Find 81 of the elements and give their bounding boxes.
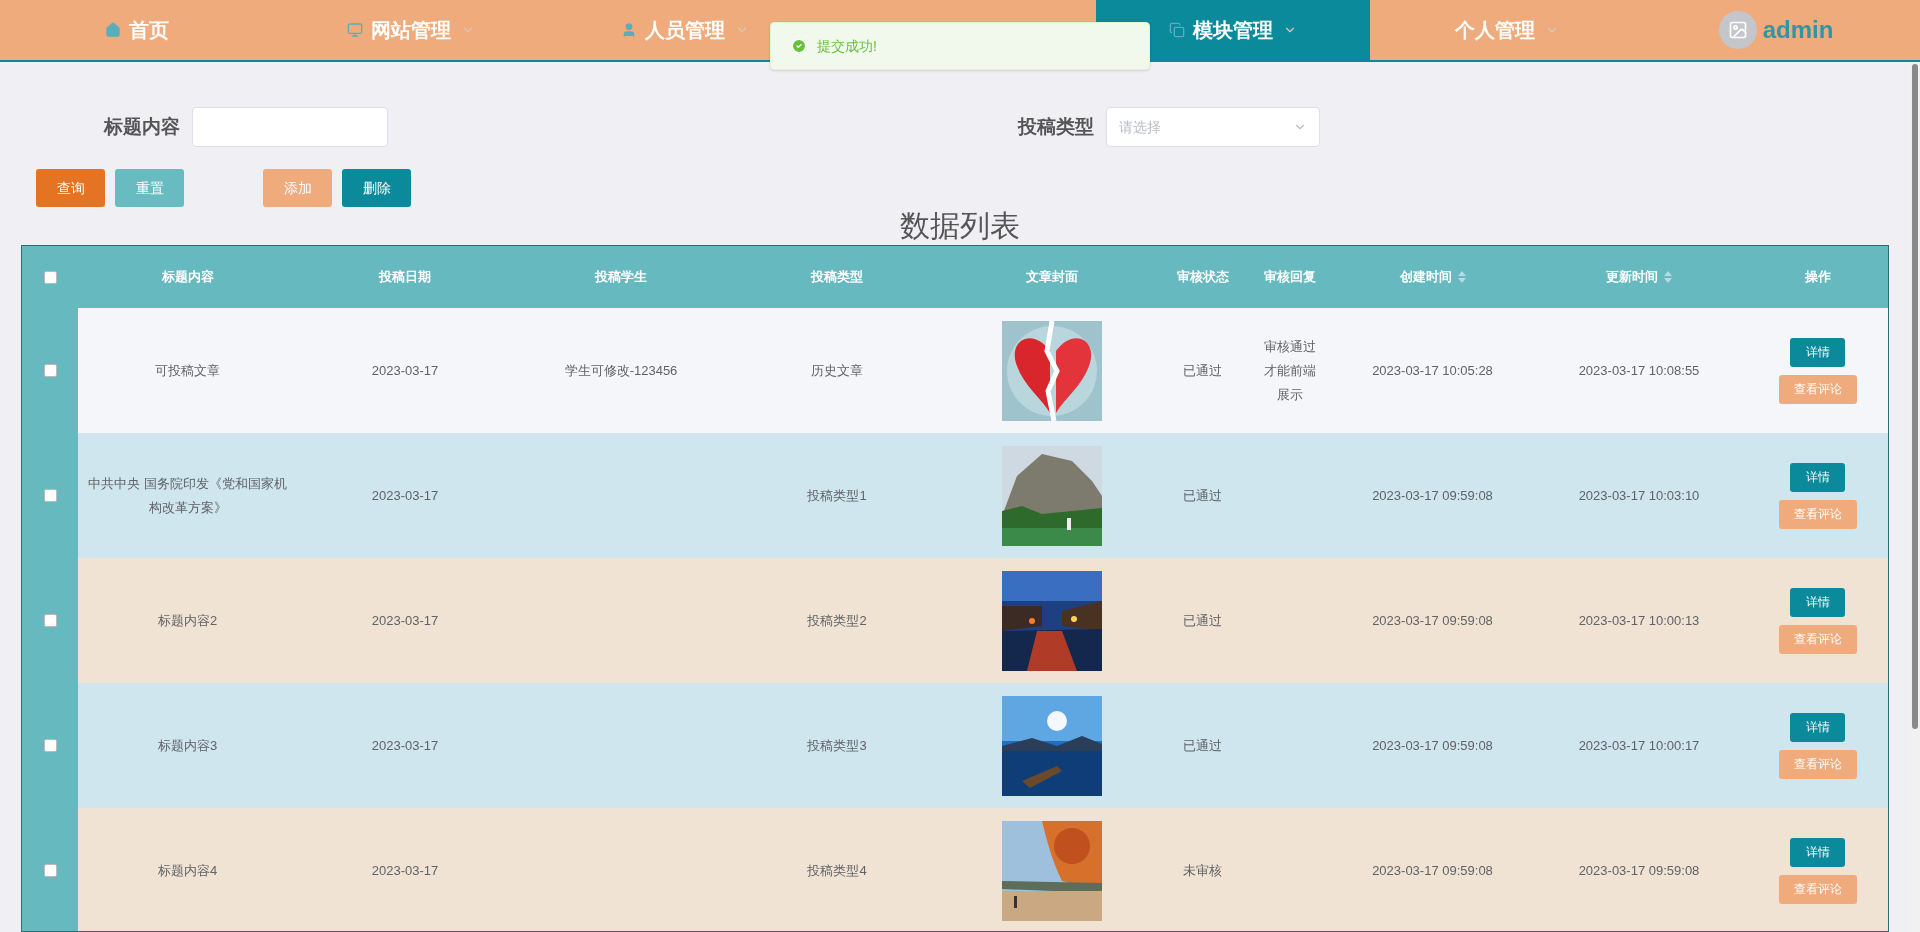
column-header: 投稿学生 xyxy=(595,268,647,287)
table-cell-text: 已通过 xyxy=(1182,611,1223,630)
add-button[interactable]: 添加 xyxy=(263,169,332,207)
table-cell-text: 2023-03-17 xyxy=(371,361,439,380)
column-header: 审核状态 xyxy=(1176,268,1229,287)
table-cell-text: 2023-03-17 10:08:55 xyxy=(1578,361,1700,380)
table-cell-text: 中共中央 国务院印发《党和国家机构改革方案》 xyxy=(87,474,288,517)
comments-button[interactable]: 查看评论 xyxy=(1778,374,1857,404)
details-button[interactable]: 详情 xyxy=(1790,337,1845,367)
monitor-icon xyxy=(347,22,363,38)
user-icon xyxy=(621,22,637,38)
home-icon xyxy=(105,22,121,38)
filter-label: 标题内容 xyxy=(104,114,180,139)
details-button[interactable]: 详情 xyxy=(1790,837,1845,867)
column-header: 标题内容 xyxy=(161,268,214,287)
table-cell-text: 可投稿文章 xyxy=(155,361,220,380)
table-cell-text: 学生可修改-123456 xyxy=(564,361,678,380)
column-header: 投稿日期 xyxy=(379,268,431,287)
table-cell-text: 已通过 xyxy=(1182,736,1223,755)
comments-button[interactable]: 查看评论 xyxy=(1778,874,1857,904)
table-cell-text: 2023-03-17 xyxy=(371,611,439,630)
sort-icon[interactable] xyxy=(1664,271,1672,283)
table-cell-text: 标题内容2 xyxy=(157,611,218,630)
image-icon xyxy=(1727,20,1748,40)
table-cell-text: 标题内容4 xyxy=(157,861,218,880)
avatar[interactable] xyxy=(1718,11,1757,49)
table-cell-text: 2023-03-17 09:59:08 xyxy=(1578,861,1700,880)
checkbox[interactable] xyxy=(43,864,57,877)
search-button[interactable]: 查询 xyxy=(36,169,105,207)
success-icon xyxy=(791,38,807,54)
checkbox[interactable] xyxy=(43,270,57,284)
table-cell-text: 投稿类型2 xyxy=(807,611,867,630)
details-button[interactable]: 详情 xyxy=(1790,712,1845,742)
checkbox[interactable] xyxy=(43,739,57,752)
table-title: 数据列表 xyxy=(900,208,1020,244)
nav-menu-item[interactable]: 网站管理 xyxy=(274,0,548,60)
delete-button[interactable]: 删除 xyxy=(342,169,411,207)
copy-icon xyxy=(1169,22,1185,38)
table-cell-text: 2023-03-17 09:59:08 xyxy=(1372,611,1493,630)
reset-button[interactable]: 重置 xyxy=(115,169,184,207)
table-cell-text: 审核通过才能前端展示 xyxy=(1263,337,1316,404)
checkbox[interactable] xyxy=(43,489,57,502)
table-cell-text: 投稿类型4 xyxy=(807,861,867,880)
checkbox[interactable] xyxy=(43,614,57,627)
table-cell-text: 2023-03-17 xyxy=(371,486,439,505)
table-cell-text: 2023-03-17 10:03:10 xyxy=(1578,486,1700,505)
details-button[interactable]: 详情 xyxy=(1790,462,1845,492)
nav-menu-item[interactable]: 首页 xyxy=(0,0,274,60)
table-cell-text: 投稿类型3 xyxy=(807,736,867,755)
column-header[interactable]: 更新时间 xyxy=(1606,267,1658,287)
sort-icon[interactable] xyxy=(1457,271,1466,283)
column-header: 投稿类型 xyxy=(811,268,863,287)
table-cell-text: 2023-03-17 09:59:08 xyxy=(1372,861,1493,880)
table-cell-text: 历史文章 xyxy=(811,361,863,380)
column-header: 操作 xyxy=(1804,268,1831,287)
table-cell-text: 已通过 xyxy=(1182,361,1223,380)
table-cell-text: 已通过 xyxy=(1182,486,1223,505)
table-cell-text: 2023-03-17 09:59:08 xyxy=(1372,486,1493,505)
nav-menu-item[interactable]: 个人管理 xyxy=(1370,0,1644,60)
details-button[interactable]: 详情 xyxy=(1790,587,1845,617)
user-name[interactable]: admin xyxy=(1762,12,1834,48)
table-cell-text: 2023-03-17 xyxy=(371,736,439,755)
comments-button[interactable]: 查看评论 xyxy=(1778,499,1857,529)
column-header: 文章封面 xyxy=(1026,268,1078,287)
comments-button[interactable]: 查看评论 xyxy=(1778,624,1857,654)
filter-label: 投稿类型 xyxy=(1018,114,1094,139)
title-input-field[interactable] xyxy=(192,107,388,147)
table-cell-text: 标题内容3 xyxy=(157,736,218,755)
table-cell-text: 2023-03-17 10:05:28 xyxy=(1372,361,1493,380)
checkbox[interactable] xyxy=(43,364,57,377)
table-cell-text: 2023-03-17 10:00:17 xyxy=(1578,736,1700,755)
column-header: 审核回复 xyxy=(1263,268,1316,287)
table-cell-text: 2023-03-17 10:00:13 xyxy=(1578,611,1700,630)
table-cell-text: 2023-03-17 09:59:08 xyxy=(1372,736,1493,755)
success-toast: 提交成功! xyxy=(770,22,1150,70)
column-header[interactable]: 创建时间 xyxy=(1399,267,1452,287)
table-cell-text: 未审核 xyxy=(1182,861,1223,880)
table-cell-text: 2023-03-17 xyxy=(371,861,439,880)
type-select-field[interactable]: 请选择 xyxy=(1106,107,1320,147)
comments-button[interactable]: 查看评论 xyxy=(1778,749,1857,779)
table-cell-text: 投稿类型1 xyxy=(807,486,867,505)
